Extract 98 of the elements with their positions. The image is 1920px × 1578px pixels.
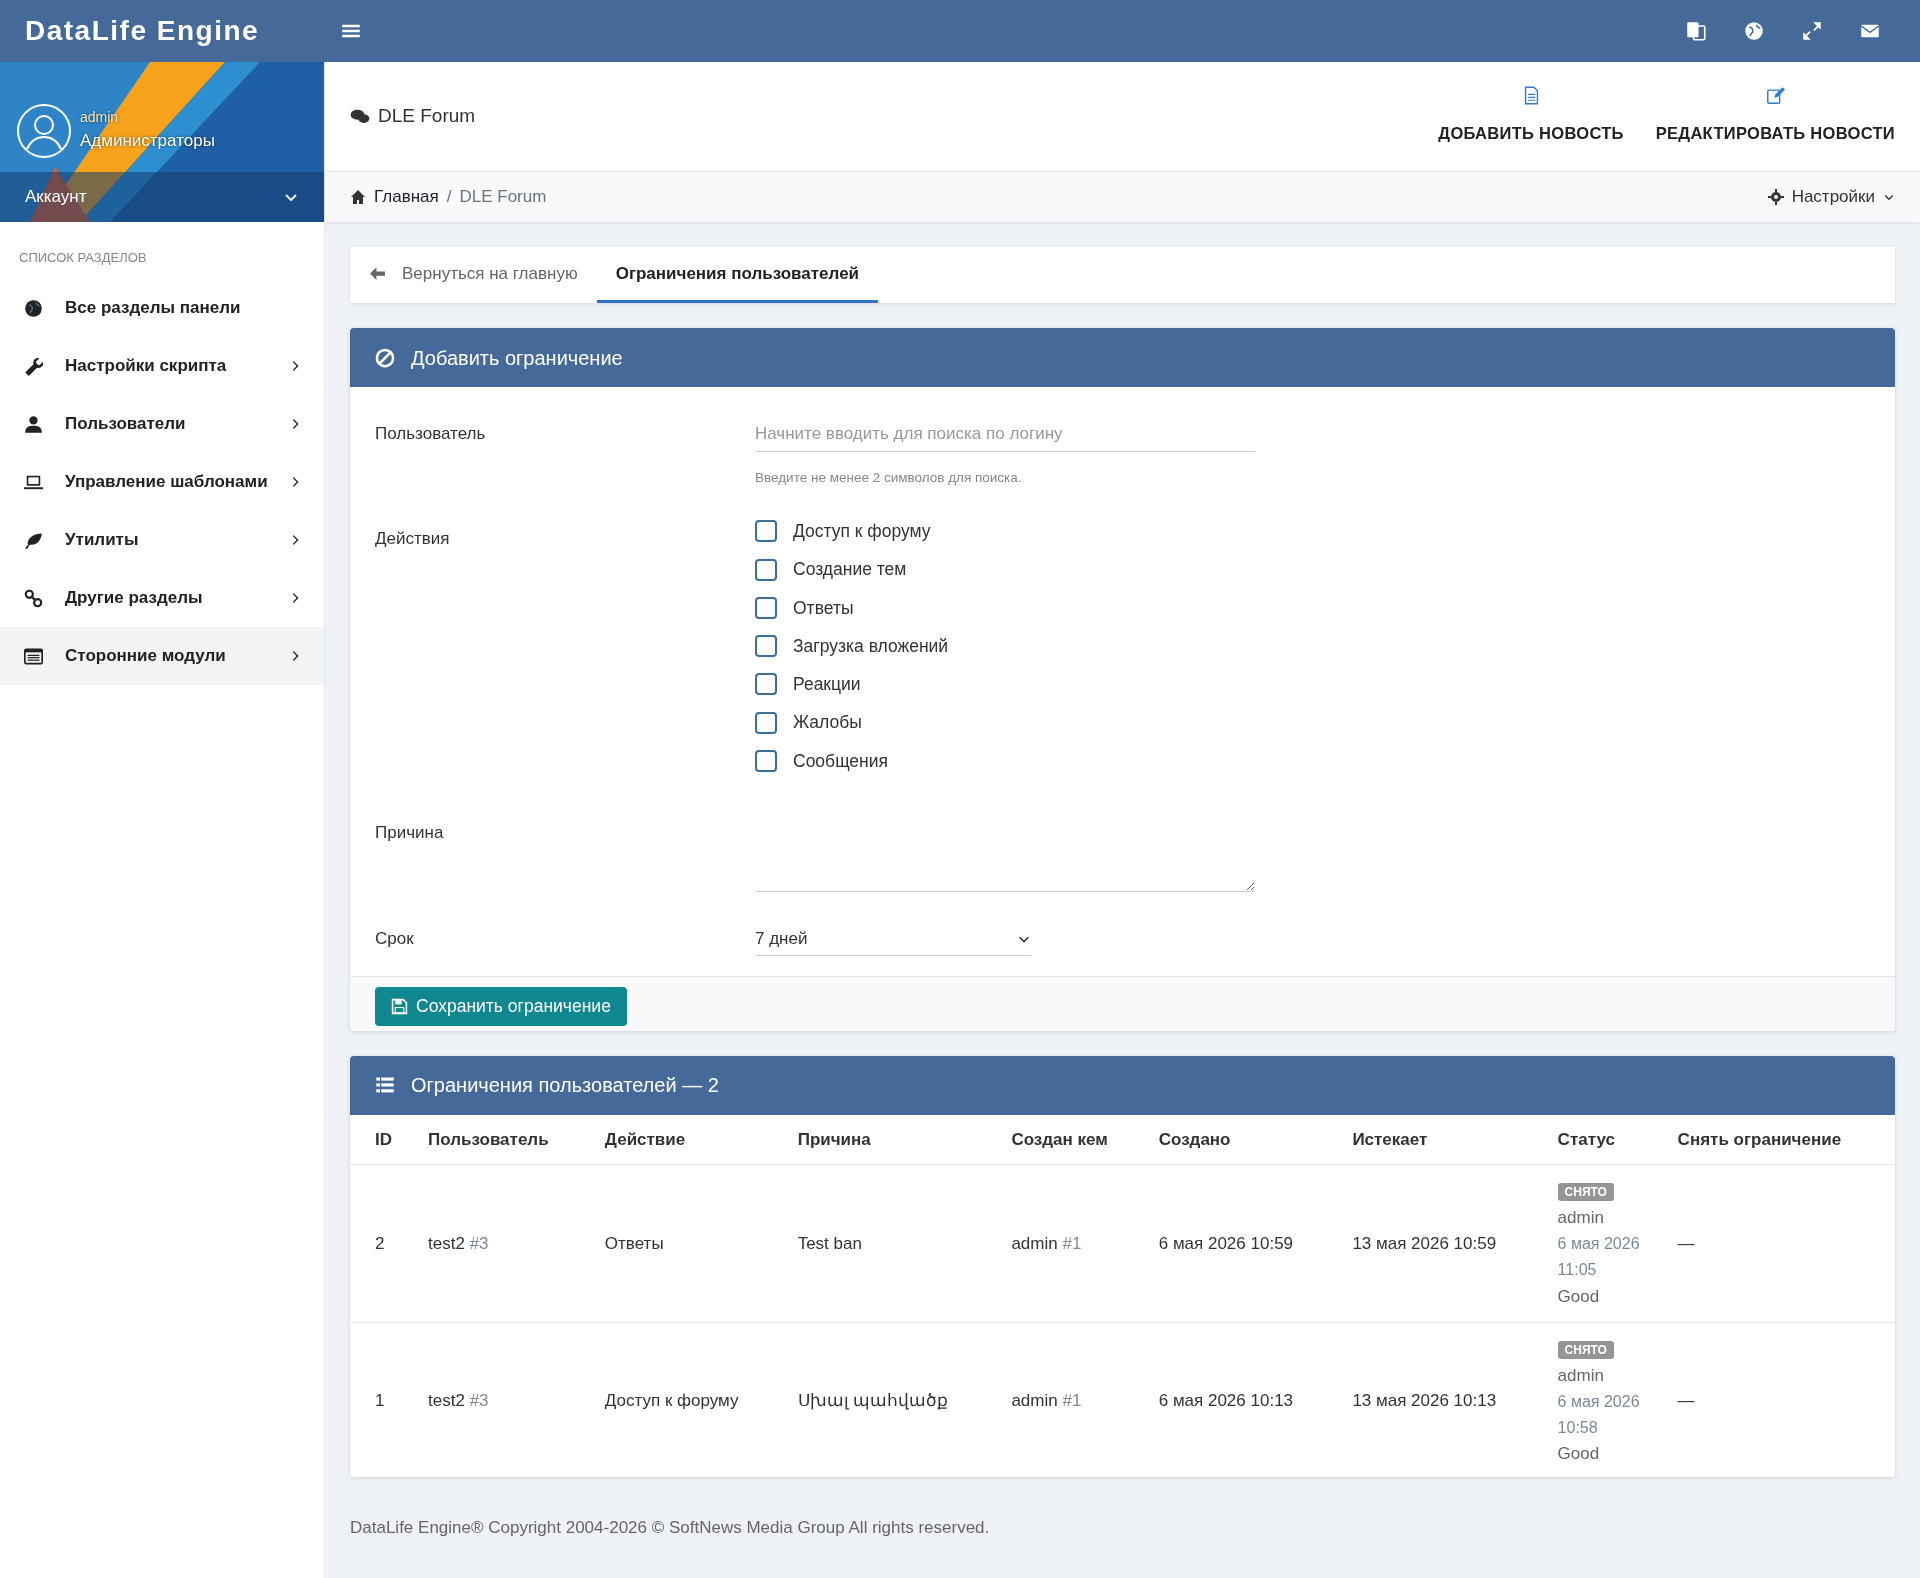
sidebar-heading: СПИСОК РАЗДЕЛОВ — [18, 248, 148, 267]
account-menu[interactable]: Аккаунт — [0, 171, 324, 222]
sidebar-item[interactable]: Все разделы панели — [0, 279, 324, 338]
table-cell: 6 мая 2026 10:59 — [1146, 1164, 1341, 1323]
edit-news-link[interactable]: РЕДАКТИРОВАТЬ НОВОСТИ — [1655, 86, 1895, 147]
tab[interactable]: Ограничения пользователей — [596, 247, 879, 304]
brand-logo[interactable]: DataLife Engine — [25, 14, 260, 46]
user-id: #1 — [1062, 1391, 1082, 1411]
user-link[interactable]: test2 — [428, 1233, 465, 1253]
globe-icon — [24, 298, 43, 318]
checkbox-label[interactable]: Загрузка вложений — [793, 632, 949, 660]
table-cell: 1 — [350, 1322, 417, 1477]
fullscreen-button[interactable] — [1802, 20, 1822, 41]
column-header: Создано — [1146, 1114, 1341, 1165]
add-news-link[interactable]: ДОБАВИТЬ НОВОСТЬ — [1438, 86, 1624, 147]
column-header: Статус — [1545, 1114, 1666, 1165]
breadcrumb-current: DLE Forum — [459, 186, 547, 209]
save-button[interactable]: Сохранить ограничение — [375, 987, 627, 1026]
term-select[interactable]: 7 дней — [755, 921, 1031, 957]
field-hint: Введите не менее 2 символов для поиска. — [755, 469, 1022, 485]
panel-icon — [24, 646, 43, 666]
globe-icon — [1744, 20, 1764, 41]
field-label: Пользователь — [375, 424, 486, 444]
footer-link[interactable]: SoftNews Media Group — [669, 1517, 845, 1537]
settings-dropdown[interactable]: Настройки — [1767, 184, 1895, 210]
status-badge: СНЯТО — [1557, 1340, 1614, 1359]
avatar-icon — [16, 102, 72, 159]
status-author: admin — [1557, 1208, 1604, 1228]
checkbox-label[interactable]: Сообщения — [793, 747, 888, 774]
table-cell: Սխալ պահվածք — [785, 1322, 1000, 1477]
user-id: #3 — [469, 1391, 489, 1411]
checkbox[interactable] — [755, 558, 777, 581]
table-cell: 13 мая 2026 10:59 — [1340, 1164, 1546, 1323]
column-header: Создан кем — [999, 1114, 1147, 1165]
status-note: Good — [1557, 1444, 1600, 1464]
author-link[interactable]: admin — [1011, 1391, 1058, 1411]
leaf-icon — [24, 530, 43, 550]
table-cell: 6 мая 2026 10:13 — [1146, 1322, 1341, 1477]
table-cell: — — [1665, 1164, 1895, 1323]
checkbox-label[interactable]: Жалобы — [793, 709, 862, 736]
checkbox-label[interactable]: Реакции — [793, 671, 861, 698]
save-icon — [391, 998, 408, 1016]
breadcrumb-separator: / — [446, 186, 452, 209]
sidebar-item[interactable]: Настройки скрипта — [0, 337, 324, 396]
link-icon — [24, 588, 43, 608]
table-cell: 2 — [350, 1164, 417, 1323]
wrench-icon — [24, 356, 43, 376]
field-label: Причина — [375, 822, 444, 842]
checkbox-label[interactable]: Доступ к форуму — [793, 518, 931, 545]
column-header: Пользователь — [416, 1114, 593, 1165]
field-label: Действия — [375, 529, 450, 549]
column-header: Истекает — [1340, 1114, 1546, 1165]
checkbox[interactable] — [755, 711, 777, 734]
user-search-field[interactable]: Начните вводить для поиска по логину — [755, 417, 1255, 452]
table-cell: Доступ к форуму — [592, 1322, 786, 1477]
column-header: Причина — [785, 1114, 1000, 1165]
person-icon — [24, 414, 43, 434]
table-cell: — — [1665, 1322, 1895, 1477]
author-link[interactable]: admin — [1011, 1233, 1058, 1253]
sidebar-item[interactable]: Сторонние модули — [0, 627, 324, 686]
settings-icon — [1767, 189, 1784, 206]
checkbox[interactable] — [755, 596, 777, 619]
checkbox[interactable] — [755, 749, 777, 772]
table-cell: Test ban — [785, 1164, 1000, 1323]
table-cell: Ответы — [592, 1164, 786, 1323]
user-id: #3 — [469, 1233, 489, 1253]
home-icon — [350, 189, 366, 206]
tab[interactable]: Вернуться на главную — [350, 247, 597, 304]
status-author: admin — [1557, 1366, 1604, 1385]
column-header: Снять ограничение — [1665, 1114, 1895, 1165]
status-date: 6 мая 2026 11:05 — [1557, 1235, 1640, 1279]
fullscreen-icon — [1802, 20, 1822, 41]
user-link[interactable]: test2 — [428, 1391, 465, 1411]
user-id: #1 — [1062, 1233, 1082, 1253]
column-header: Действие — [592, 1114, 786, 1165]
status-date: 6 мая 2026 10:58 — [1557, 1393, 1640, 1436]
column-header: ID — [350, 1114, 417, 1165]
checkbox[interactable] — [755, 635, 777, 658]
status-note: Good — [1557, 1286, 1600, 1306]
panel-title: Добавить ограничение — [411, 345, 623, 371]
ban-icon — [375, 347, 395, 368]
field-label: Срок — [375, 929, 414, 949]
checkbox[interactable] — [755, 520, 777, 543]
globe-button[interactable] — [1744, 20, 1764, 41]
sidebar-item[interactable]: Утилиты — [0, 511, 324, 570]
panel-title: Ограничения пользователей — 2 — [411, 1073, 719, 1099]
breadcrumb-link[interactable]: Главная — [374, 184, 439, 210]
footer-text: DataLife Engine® Copyright 2004-2026 © SoftNews Media Group All rights reserved. — [349, 1516, 991, 1539]
sidebar-item[interactable]: Управление шаблонами — [0, 453, 324, 512]
table-cell: 13 мая 2026 10:13 — [1340, 1322, 1546, 1477]
status-badge: СНЯТО — [1557, 1183, 1614, 1202]
checkbox-label[interactable]: Ответы — [793, 594, 854, 621]
checkbox-label[interactable]: Создание тем — [793, 556, 907, 583]
checkbox[interactable] — [755, 673, 777, 696]
edit-icon — [1765, 86, 1785, 106]
page-title: DLE Forum — [378, 103, 476, 128]
sidebar-item[interactable]: Пользователи — [0, 395, 324, 454]
sidebar-item[interactable]: Другие разделы — [0, 569, 324, 628]
